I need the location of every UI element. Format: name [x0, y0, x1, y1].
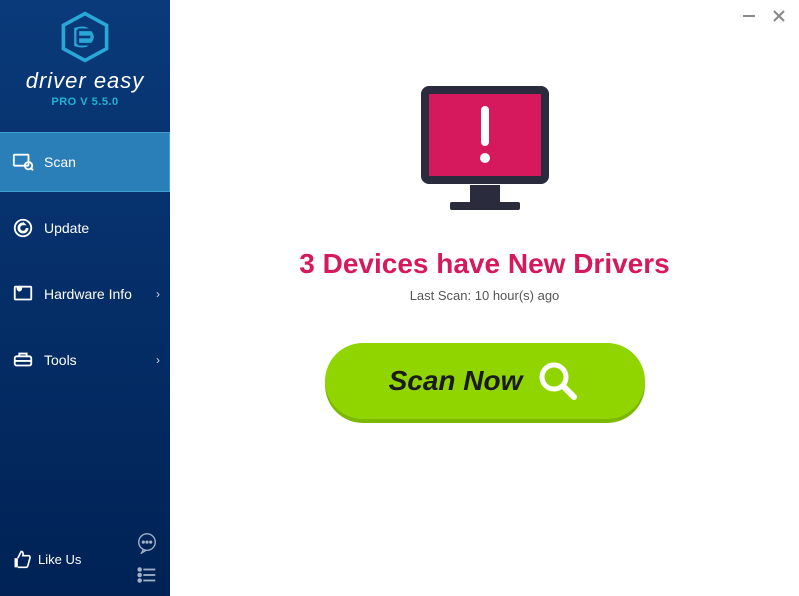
- feedback-icon[interactable]: [136, 532, 158, 554]
- nav-hardware-label: Hardware Info: [44, 286, 132, 302]
- footer-right: [136, 532, 158, 586]
- scan-icon: [12, 151, 34, 173]
- main-panel: 3 Devices have New Drivers Last Scan: 10…: [170, 0, 799, 596]
- hardware-info-icon: i: [12, 283, 34, 305]
- last-scan-text: Last Scan: 10 hour(s) ago: [170, 288, 799, 303]
- window-controls: [741, 8, 787, 24]
- nav-update[interactable]: Update: [0, 198, 170, 258]
- tools-icon: [12, 349, 34, 371]
- magnifier-icon: [536, 359, 580, 403]
- like-us-label: Like Us: [38, 552, 81, 567]
- app-logo-icon: [58, 10, 112, 64]
- menu-list-icon[interactable]: [136, 564, 158, 586]
- chevron-right-icon: ›: [156, 353, 160, 367]
- chevron-right-icon: ›: [156, 287, 160, 301]
- nav-tools-label: Tools: [44, 352, 77, 368]
- logo-block: driver easy PRO V 5.5.0: [0, 0, 170, 112]
- like-us-button[interactable]: Like Us: [12, 549, 81, 569]
- nav-hardware[interactable]: i Hardware Info ›: [0, 264, 170, 324]
- nav-scan[interactable]: Scan: [0, 132, 170, 192]
- scan-now-label: Scan Now: [389, 365, 523, 397]
- brand-version: PRO V 5.5.0: [0, 96, 170, 108]
- brand-name: driver easy: [0, 68, 170, 94]
- sidebar: driver easy PRO V 5.5.0 Scan Up: [0, 0, 170, 596]
- nav-update-label: Update: [44, 220, 89, 236]
- svg-text:i: i: [19, 286, 20, 291]
- sidebar-footer: Like Us: [0, 532, 170, 586]
- nav-scan-label: Scan: [44, 154, 76, 170]
- main-content: 3 Devices have New Drivers Last Scan: 10…: [170, 0, 799, 419]
- nav: Scan Update i Hardware Info ›: [0, 132, 170, 396]
- headline: 3 Devices have New Drivers: [170, 248, 799, 280]
- minimize-button[interactable]: [741, 8, 757, 24]
- scan-now-button[interactable]: Scan Now: [325, 343, 645, 419]
- thumbs-up-icon: [12, 549, 32, 569]
- nav-tools[interactable]: Tools ›: [0, 330, 170, 390]
- update-icon: [12, 217, 34, 239]
- close-button[interactable]: [771, 8, 787, 24]
- alert-monitor-icon: [410, 80, 560, 230]
